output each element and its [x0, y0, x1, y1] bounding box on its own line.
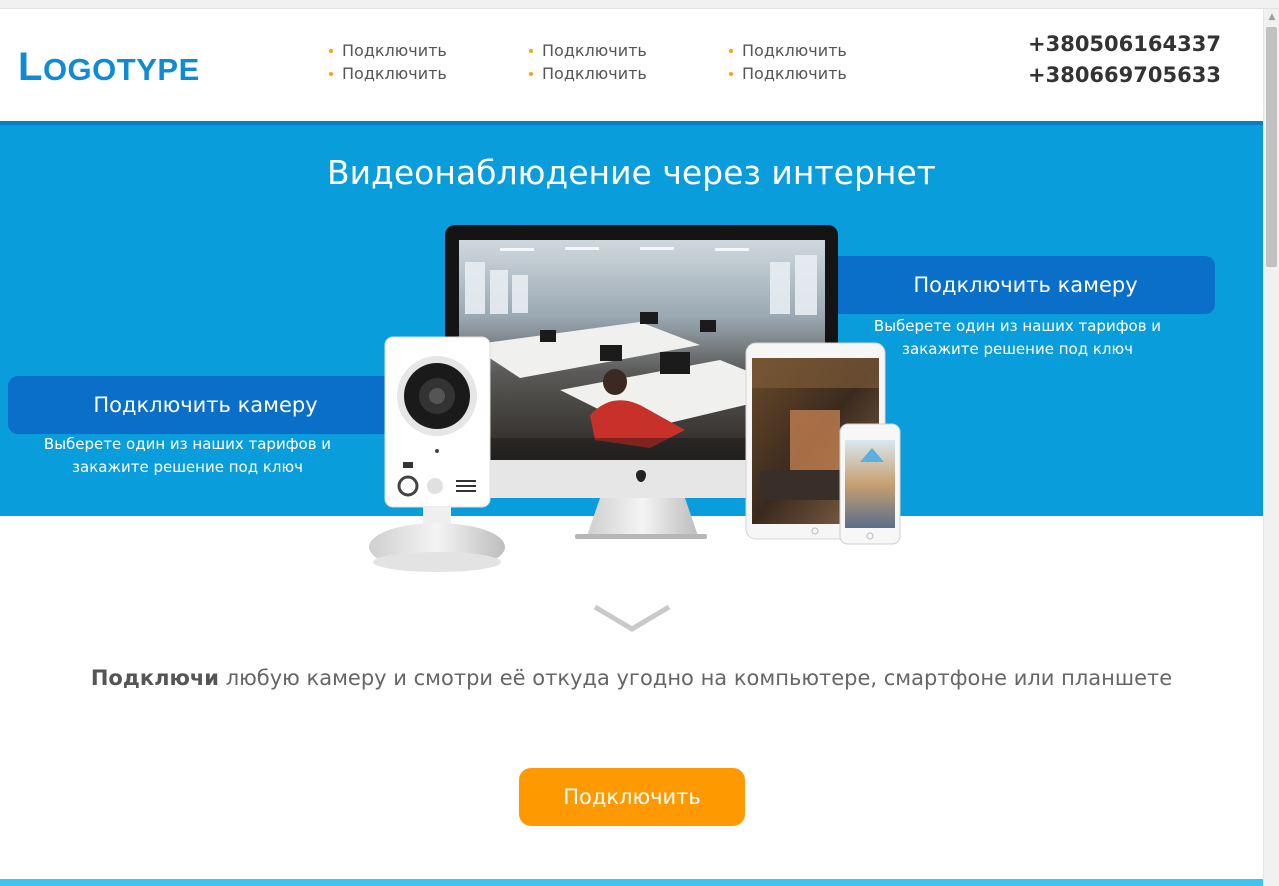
bullet-icon	[729, 48, 733, 53]
phone-number[interactable]: +380506164337	[1028, 29, 1221, 60]
phone-numbers: +380506164337 +380669705633	[1028, 29, 1221, 91]
site-header: LOGOTYPE Подключить Подключить Подключит…	[0, 9, 1263, 121]
next-section-edge	[0, 879, 1263, 886]
bullet-icon	[329, 48, 333, 53]
scroll-thumb[interactable]	[1266, 27, 1277, 267]
nav-link[interactable]: Подключить	[529, 62, 689, 85]
nav-link[interactable]: Подключить	[329, 39, 489, 62]
bullet-icon	[729, 71, 733, 76]
bullet-icon	[529, 71, 533, 76]
site-logo[interactable]: LOGOTYPE	[18, 45, 200, 90]
connect-button[interactable]: Подключить	[519, 768, 745, 826]
nav-column-1: Подключить Подключить	[329, 39, 489, 85]
nav-column-3: Подключить Подключить	[729, 39, 889, 85]
nav-link[interactable]: Подключить	[529, 39, 689, 62]
nav-link[interactable]: Подключить	[729, 62, 889, 85]
hero-section: Видеонаблюдение через интернет Подключит…	[0, 121, 1263, 516]
bullet-icon	[329, 71, 333, 76]
logo-initial: L	[18, 45, 43, 89]
nav-link[interactable]: Подключить	[729, 39, 889, 62]
connect-camera-button-left[interactable]: Подключить камеру	[8, 376, 403, 434]
tagline-rest: любую камеру и смотри её откуда угодно н…	[219, 666, 1173, 690]
logo-rest: OGOTYPE	[42, 52, 200, 87]
nav-link[interactable]: Подключить	[329, 62, 489, 85]
nav-column-2: Подключить Подключить	[529, 39, 689, 85]
chevron-down-icon[interactable]	[593, 603, 671, 633]
bullet-icon	[529, 48, 533, 53]
tagline: Подключи любую камеру и смотри её откуда…	[0, 662, 1263, 694]
scrollbar[interactable]: ▲	[1263, 9, 1279, 886]
tagline-bold: Подключи	[90, 666, 220, 690]
tariff-description-left: Выберете один из наших тарифов и закажит…	[43, 435, 332, 476]
hero-title: Видеонаблюдение через интернет	[326, 153, 937, 192]
connect-camera-button-right[interactable]: Подключить камеру	[836, 256, 1215, 314]
browser-top-strip	[0, 0, 1279, 9]
tariff-description-right: Выберете один из наших тарифов и закажит…	[873, 317, 1162, 358]
phone-number[interactable]: +380669705633	[1028, 60, 1221, 91]
scroll-up-arrow-icon[interactable]: ▲	[1264, 9, 1279, 25]
